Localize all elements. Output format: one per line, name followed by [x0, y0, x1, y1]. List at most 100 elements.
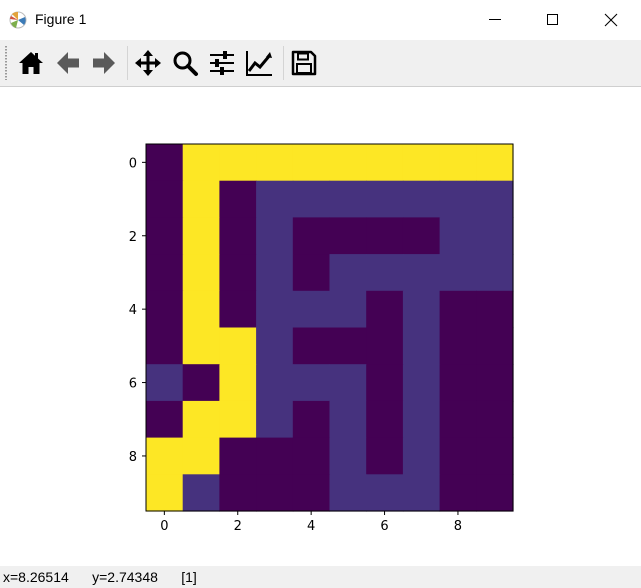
heatmap-cell — [366, 144, 404, 182]
heatmap-cell — [256, 364, 294, 402]
heatmap-cell — [439, 327, 477, 365]
y-axis: 0 2 4 6 8 — [129, 156, 146, 465]
heatmap-cell — [256, 217, 294, 255]
navigation-toolbar — [0, 40, 641, 87]
toolbar-separator — [127, 46, 128, 80]
window-titlebar: Figure 1 — [0, 0, 641, 40]
home-button[interactable] — [15, 47, 47, 79]
pan-move-icon — [135, 50, 161, 76]
heatmap-cell — [256, 474, 294, 512]
zoom-button[interactable] — [169, 47, 201, 79]
heatmap-cell — [219, 437, 257, 475]
heatmap-cell — [292, 217, 331, 255]
heatmap-cell — [402, 400, 441, 439]
heatmap-cell — [439, 364, 477, 402]
heatmap-cell — [329, 400, 367, 439]
heatmap-cell — [182, 400, 220, 439]
heatmap-cell — [366, 180, 404, 218]
heatmap-cell — [439, 437, 477, 475]
pan-button[interactable] — [132, 47, 164, 79]
heatmap-cell — [146, 327, 184, 365]
zoom-magnifier-icon — [173, 51, 198, 76]
heatmap-cell — [402, 254, 441, 292]
customize-button[interactable] — [243, 47, 275, 79]
subplots-button[interactable] — [206, 47, 238, 79]
heatmap-cell — [402, 180, 441, 218]
heatmap-cell — [476, 327, 514, 365]
heatmap-cell — [219, 474, 257, 512]
heatmap-cell — [402, 327, 441, 365]
heatmap-cell — [146, 180, 184, 218]
heatmap-cell — [329, 364, 367, 402]
window-title: Figure 1 — [35, 11, 87, 27]
heatmap-cell — [182, 437, 220, 475]
heatmap-cell — [292, 327, 331, 365]
heatmap-cell — [292, 144, 331, 182]
heatmap-cell — [439, 400, 477, 439]
close-icon — [604, 13, 618, 27]
heatmap-cell — [366, 290, 404, 329]
forward-button[interactable] — [88, 47, 120, 79]
heatmap-cell — [402, 144, 441, 182]
cursor-coordinates: x=8.26514 y=2.74348 [1] — [3, 569, 197, 585]
toolbar-grip[interactable] — [5, 46, 7, 80]
heatmap-cell — [256, 254, 294, 292]
heatmap-cell — [366, 474, 404, 512]
heatmap-cell — [219, 254, 257, 292]
heatmap-cell — [476, 290, 514, 329]
heatmap-cell — [182, 144, 220, 182]
heatmap-cell — [439, 217, 477, 255]
heatmap-cell — [329, 144, 367, 182]
heatmap-cell — [292, 364, 331, 402]
heatmap-cell — [402, 217, 441, 255]
heatmap-cell — [182, 364, 220, 402]
y-tick-label: 8 — [129, 450, 137, 465]
heatmap-cell — [439, 144, 477, 182]
heatmap-cell — [256, 400, 294, 439]
y-tick-label: 6 — [129, 377, 137, 392]
heatmap-cell — [146, 290, 184, 329]
minimize-icon — [489, 19, 501, 20]
heatmap-cell — [439, 180, 477, 218]
heatmap-cell — [292, 400, 331, 439]
heatmap-cell — [476, 400, 514, 439]
heatmap-cell — [146, 364, 184, 402]
heatmap-cell — [182, 254, 220, 292]
heatmap-cell — [182, 217, 220, 255]
heatmap-cell — [329, 290, 367, 329]
heatmap-cell — [256, 437, 294, 475]
heatmap-cell — [366, 217, 404, 255]
heatmap-cell — [146, 217, 184, 255]
heatmap-cell — [182, 180, 220, 218]
x-tick-label: 2 — [234, 519, 242, 534]
heatmap-cell — [329, 217, 367, 255]
customize-chart-icon — [246, 51, 272, 76]
heatmap-cell — [146, 144, 184, 182]
maximize-button[interactable] — [524, 0, 582, 40]
heatmap-cell — [366, 364, 404, 402]
heatmap-cell — [146, 400, 184, 439]
heatmap-cell — [146, 474, 184, 512]
heatmap-cell — [292, 437, 331, 475]
y-tick-label: 2 — [129, 230, 137, 245]
heatmap-cell — [476, 474, 514, 512]
back-button[interactable] — [52, 47, 84, 79]
x-tick-label: 6 — [380, 519, 388, 534]
x-axis: 0 2 4 6 8 — [160, 511, 462, 534]
heatmap-chart: 0 2 4 6 8 0 2 4 6 8 — [129, 143, 514, 534]
close-button[interactable] — [582, 0, 640, 40]
heatmap-cell — [146, 437, 184, 475]
heatmap-cell — [219, 400, 257, 439]
heatmap-cells — [146, 144, 514, 512]
y-tick-label: 4 — [129, 303, 137, 318]
save-button[interactable] — [288, 47, 320, 79]
heatmap-cell — [256, 144, 294, 182]
heatmap-cell — [219, 327, 257, 365]
heatmap-cell — [256, 290, 294, 329]
figure-canvas[interactable]: 0 2 4 6 8 0 2 4 6 8 — [0, 87, 641, 565]
heatmap-cell — [476, 217, 514, 255]
minimize-button[interactable] — [466, 0, 524, 40]
heatmap-cell — [329, 327, 367, 365]
heatmap-cell — [366, 437, 404, 475]
status-bar: x=8.26514 y=2.74348 [1] — [0, 566, 641, 588]
